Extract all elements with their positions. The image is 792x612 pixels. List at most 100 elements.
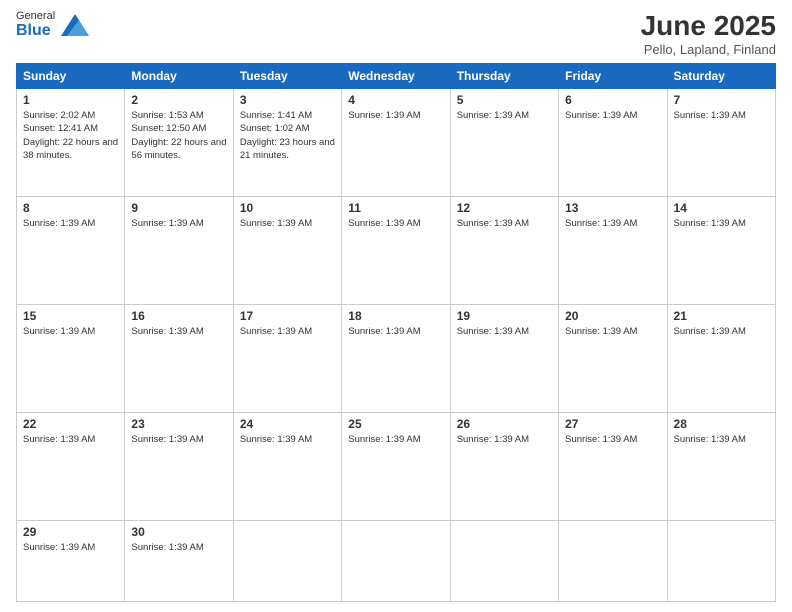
day-info: Sunrise: 1:39 AM <box>131 541 226 554</box>
day-info: Sunrise: 1:39 AM <box>457 109 552 122</box>
table-row <box>559 521 667 602</box>
table-row: 27Sunrise: 1:39 AM <box>559 413 667 521</box>
day-info: Sunrise: 1:39 AM <box>674 325 769 338</box>
day-number: 6 <box>565 93 660 107</box>
table-row: 6 Sunrise: 1:39 AM <box>559 89 667 197</box>
table-row: 24Sunrise: 1:39 AM <box>233 413 341 521</box>
logo-blue: Blue <box>16 22 55 40</box>
day-number: 27 <box>565 417 660 431</box>
day-number: 4 <box>348 93 443 107</box>
table-row: 11 Sunrise: 1:39 AM <box>342 197 450 305</box>
table-row: 4 Sunrise: 1:39 AM <box>342 89 450 197</box>
table-row: 25 Sunrise: 1:39 AM <box>342 413 450 521</box>
day-info: Sunrise: 1:39 AM <box>348 109 443 122</box>
day-number: 21 <box>674 309 769 323</box>
day-info: Sunrise: 1:39 AM <box>23 541 118 554</box>
day-number: 10 <box>240 201 335 215</box>
day-info: Sunrise: 1:39 AM <box>565 109 660 122</box>
day-info: Sunrise: 1:39 AM <box>348 433 443 446</box>
table-row: 5 Sunrise: 1:39 AM <box>450 89 558 197</box>
day-number: 29 <box>23 525 118 539</box>
table-row: 12 Sunrise: 1:39 AM <box>450 197 558 305</box>
day-info: Sunrise: 1:41 AM Sunset: 1:02 AM Dayligh… <box>240 109 335 162</box>
day-number: 11 <box>348 201 443 215</box>
day-number: 23 <box>131 417 226 431</box>
day-number: 19 <box>457 309 552 323</box>
calendar: Sunday Monday Tuesday Wednesday Thursday… <box>16 63 776 602</box>
day-info: Sunrise: 1:39 AM <box>348 325 443 338</box>
day-number: 14 <box>674 201 769 215</box>
day-info: Sunrise: 1:39 AM <box>457 217 552 230</box>
day-number: 17 <box>240 309 335 323</box>
table-row: 21 Sunrise: 1:39 AM <box>667 305 775 413</box>
title-block: June 2025 Pello, Lapland, Finland <box>641 10 776 57</box>
day-info: Sunrise: 1:39 AM <box>674 109 769 122</box>
logo: General Blue <box>16 10 89 40</box>
col-sunday: Sunday <box>17 64 125 89</box>
day-info: Sunrise: 1:39 AM <box>240 325 335 338</box>
day-number: 28 <box>674 417 769 431</box>
col-tuesday: Tuesday <box>233 64 341 89</box>
table-row: 26 Sunrise: 1:39 AM <box>450 413 558 521</box>
day-info: Sunrise: 1:39 AM <box>457 433 552 446</box>
day-number: 7 <box>674 93 769 107</box>
month-year: June 2025 <box>641 10 776 42</box>
calendar-header-row: Sunday Monday Tuesday Wednesday Thursday… <box>17 64 776 89</box>
day-info: Sunrise: 1:39 AM <box>131 325 226 338</box>
day-info: Sunrise: 1:39 AM <box>565 325 660 338</box>
table-row: 28 Sunrise: 1:39 AM <box>667 413 775 521</box>
day-number: 26 <box>457 417 552 431</box>
day-number: 3 <box>240 93 335 107</box>
day-info: Sunrise: 1:39 AM <box>348 217 443 230</box>
day-number: 24 <box>240 417 335 431</box>
table-row <box>667 521 775 602</box>
table-row <box>342 521 450 602</box>
day-info: Sunrise: 1:39 AM <box>131 217 226 230</box>
table-row <box>450 521 558 602</box>
day-info: Sunrise: 2:02 AM Sunset: 12:41 AM Daylig… <box>23 109 118 162</box>
day-info: Sunrise: 1:39 AM <box>23 217 118 230</box>
day-info: Sunrise: 1:39 AM <box>674 433 769 446</box>
table-row: 14Sunrise: 1:39 AM <box>667 197 775 305</box>
table-row: 16 Sunrise: 1:39 AM <box>125 305 233 413</box>
day-number: 16 <box>131 309 226 323</box>
day-number: 1 <box>23 93 118 107</box>
table-row: 15 Sunrise: 1:39 AM <box>17 305 125 413</box>
table-row: 9Sunrise: 1:39 AM <box>125 197 233 305</box>
day-info: Sunrise: 1:39 AM <box>457 325 552 338</box>
table-row: 19 Sunrise: 1:39 AM <box>450 305 558 413</box>
col-thursday: Thursday <box>450 64 558 89</box>
location: Pello, Lapland, Finland <box>641 42 776 57</box>
table-row: 13 Sunrise: 1:39 AM <box>559 197 667 305</box>
table-row: 23Sunrise: 1:39 AM <box>125 413 233 521</box>
day-number: 25 <box>348 417 443 431</box>
table-row <box>233 521 341 602</box>
table-row: 8 Sunrise: 1:39 AM <box>17 197 125 305</box>
day-number: 15 <box>23 309 118 323</box>
day-number: 12 <box>457 201 552 215</box>
day-number: 20 <box>565 309 660 323</box>
day-number: 2 <box>131 93 226 107</box>
day-info: Sunrise: 1:39 AM <box>23 433 118 446</box>
day-info: Sunrise: 1:39 AM <box>565 217 660 230</box>
logo-text: General Blue <box>16 10 55 40</box>
day-number: 22 <box>23 417 118 431</box>
table-row: 29 Sunrise: 1:39 AM <box>17 521 125 602</box>
table-row: 10 Sunrise: 1:39 AM <box>233 197 341 305</box>
day-info: Sunrise: 1:53 AM Sunset: 12:50 AM Daylig… <box>131 109 226 162</box>
table-row: 30 Sunrise: 1:39 AM <box>125 521 233 602</box>
day-number: 8 <box>23 201 118 215</box>
table-row: 17 Sunrise: 1:39 AM <box>233 305 341 413</box>
table-row: 22 Sunrise: 1:39 AM <box>17 413 125 521</box>
day-info: Sunrise: 1:39 AM <box>23 325 118 338</box>
day-number: 30 <box>131 525 226 539</box>
day-number: 5 <box>457 93 552 107</box>
table-row: 1 Sunrise: 2:02 AM Sunset: 12:41 AM Dayli… <box>17 89 125 197</box>
day-number: 13 <box>565 201 660 215</box>
table-row: 18Sunrise: 1:39 AM <box>342 305 450 413</box>
logo-icon <box>61 14 89 36</box>
col-monday: Monday <box>125 64 233 89</box>
col-wednesday: Wednesday <box>342 64 450 89</box>
day-info: Sunrise: 1:39 AM <box>240 217 335 230</box>
table-row: 3 Sunrise: 1:41 AM Sunset: 1:02 AM Daylig… <box>233 89 341 197</box>
